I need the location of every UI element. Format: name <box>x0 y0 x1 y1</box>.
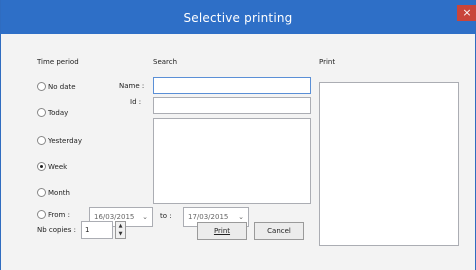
radio-label: Week <box>48 162 68 171</box>
name-field[interactable] <box>153 77 311 94</box>
print-button[interactable]: Print <box>197 222 247 240</box>
radio-month[interactable]: Month <box>37 188 70 197</box>
cancel-button-label: Cancel <box>267 227 291 235</box>
selective-printing-dialog: Selective printing × Time period No date… <box>0 0 476 270</box>
radio-circle[interactable] <box>37 108 46 117</box>
radio-label: No date <box>48 82 76 91</box>
search-results-list[interactable] <box>153 118 311 204</box>
radio-label: Today <box>48 108 69 117</box>
chevron-down-icon[interactable]: ⌄ <box>238 213 244 221</box>
search-header: Search <box>153 58 178 66</box>
radio-from[interactable]: From : <box>37 210 70 219</box>
chevron-down-icon[interactable]: ⌄ <box>142 213 148 221</box>
id-label: Id : <box>130 98 142 106</box>
name-label: Name : <box>119 82 145 90</box>
to-date-value: 17/03/2015 <box>188 213 229 221</box>
radio-no-date[interactable]: No date <box>37 82 76 91</box>
radio-label: From : <box>48 210 70 219</box>
print-button-label: Print <box>213 227 231 235</box>
title-bar[interactable]: Selective printing <box>1 0 475 34</box>
to-label: to : <box>160 212 172 220</box>
radio-circle[interactable] <box>37 210 46 219</box>
up-down-arrows-icon[interactable]: ▲ ▼ <box>115 221 126 239</box>
print-preview-list[interactable] <box>319 82 459 246</box>
time-period-header: Time period <box>37 58 79 66</box>
radio-label: Yesterday <box>48 136 82 145</box>
close-icon: × <box>462 6 472 19</box>
print-header: Print <box>319 58 336 66</box>
radio-circle[interactable] <box>37 188 46 197</box>
radio-label: Month <box>48 188 70 197</box>
window-title: Selective printing <box>183 11 293 25</box>
cancel-button[interactable]: Cancel <box>254 222 304 240</box>
radio-circle-selected[interactable] <box>37 162 46 171</box>
radio-today[interactable]: Today <box>37 108 68 117</box>
radio-week[interactable]: Week <box>37 162 67 171</box>
radio-circle[interactable] <box>37 136 46 145</box>
close-button[interactable]: × <box>457 5 476 21</box>
radio-circle[interactable] <box>37 82 46 91</box>
copies-label: Nb copies : <box>37 226 76 234</box>
radio-yesterday[interactable]: Yesterday <box>37 136 82 145</box>
id-field[interactable] <box>153 97 311 114</box>
copies-stepper-input[interactable]: 1 <box>81 221 113 239</box>
from-date-value: 16/03/2015 <box>94 213 135 221</box>
